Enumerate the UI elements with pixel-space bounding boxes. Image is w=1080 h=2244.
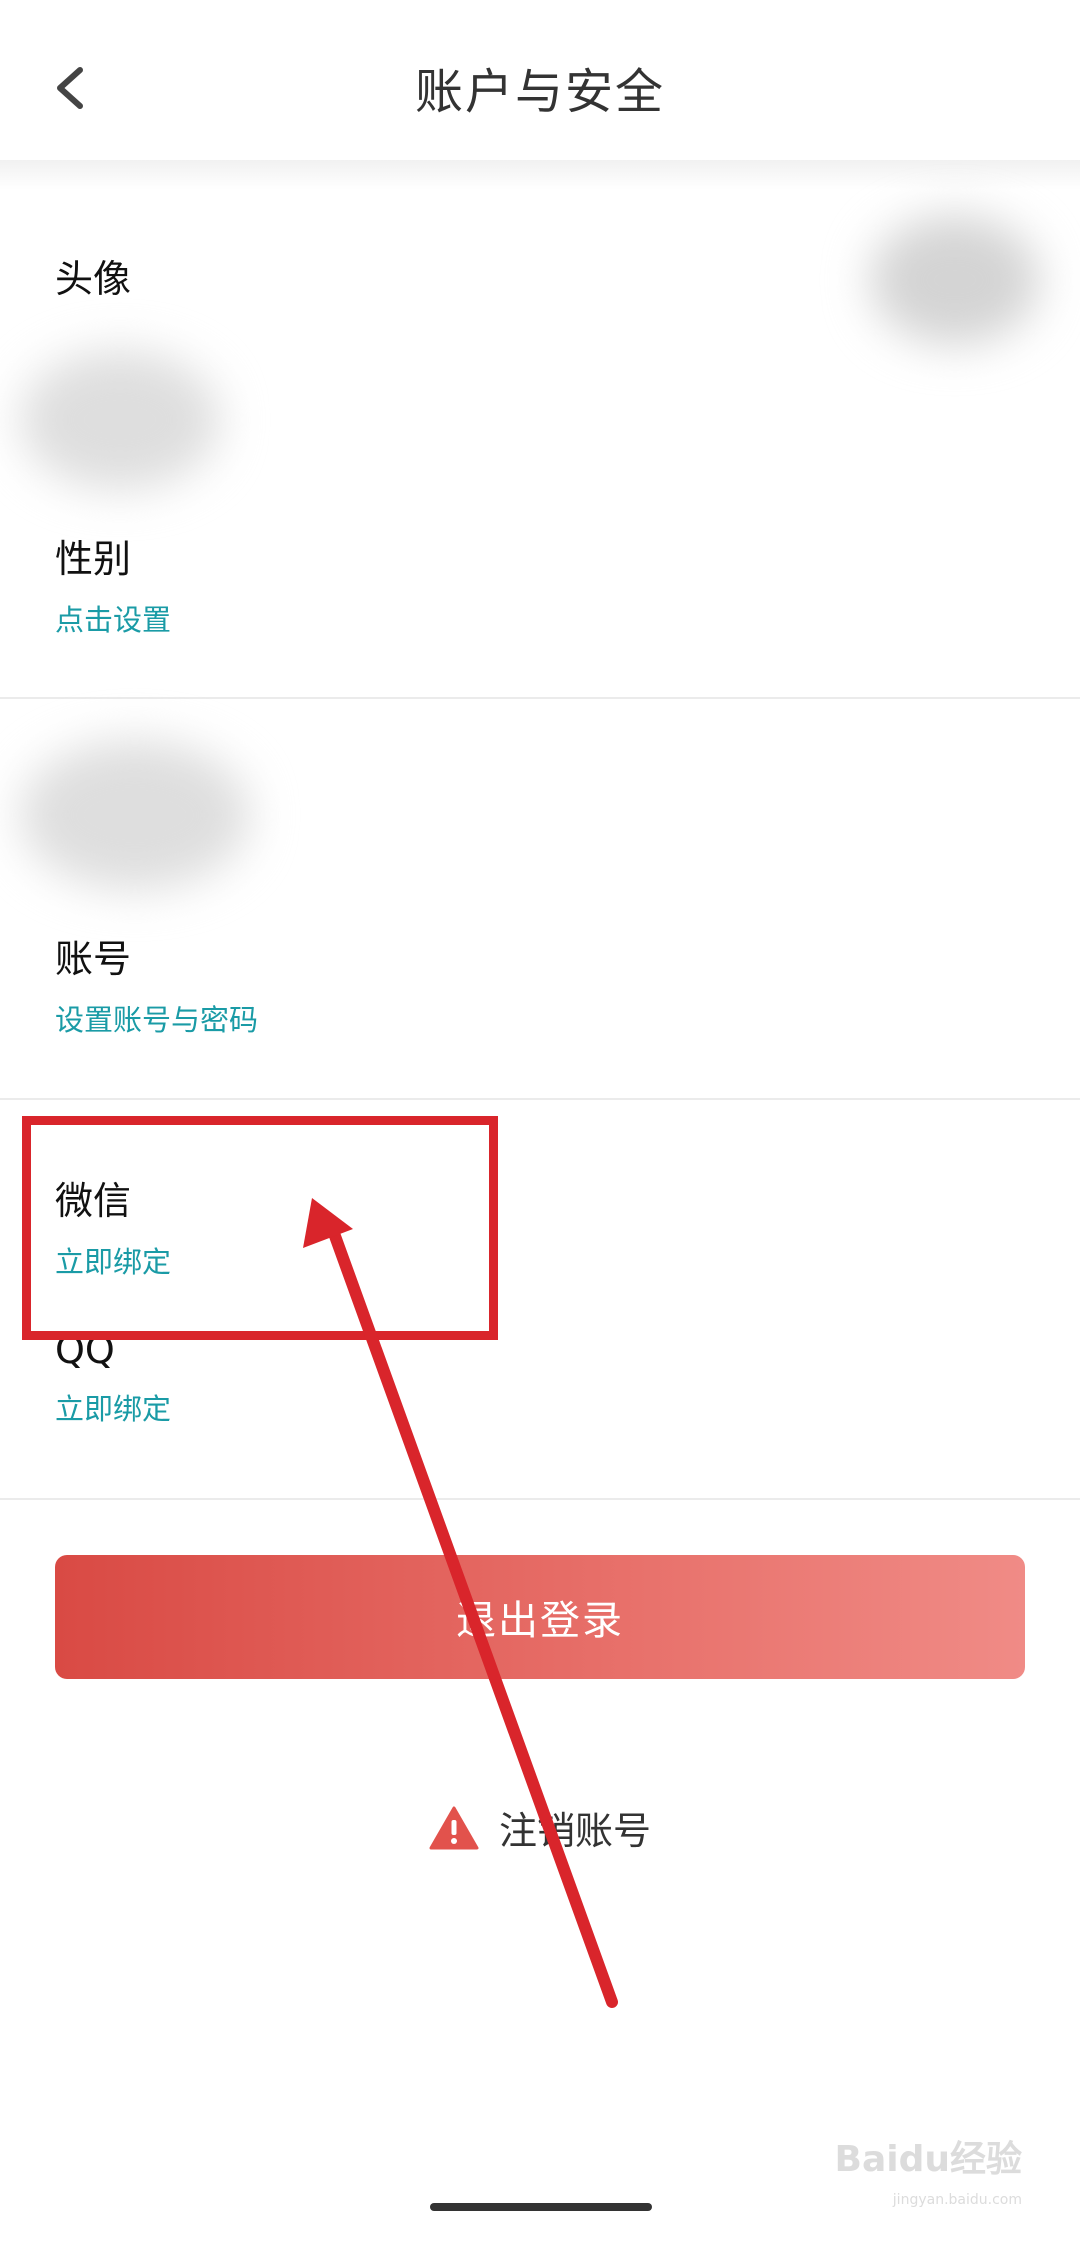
qq-bind-link[interactable]: 立即绑定 bbox=[55, 1386, 171, 1428]
warning-icon bbox=[429, 1806, 479, 1849]
divider bbox=[0, 1498, 1080, 1500]
logout-label: 退出登录 bbox=[456, 1598, 624, 1644]
logout-button[interactable]: 退出登录 bbox=[55, 1555, 1025, 1679]
page-title: 账户与安全 bbox=[414, 64, 665, 120]
nickname-blurred[interactable] bbox=[20, 350, 220, 490]
gender-set-link[interactable]: 点击设置 bbox=[55, 597, 171, 639]
gender-label: 性别 bbox=[55, 537, 132, 581]
avatar-label: 头像 bbox=[55, 257, 132, 301]
avatar-image[interactable] bbox=[870, 215, 1040, 345]
annotation-highlight-box bbox=[22, 1116, 498, 1340]
gender-row[interactable]: 性别 点击设置 bbox=[55, 528, 171, 639]
divider bbox=[0, 697, 1080, 699]
phone-blurred[interactable] bbox=[20, 740, 250, 890]
app-header: 账户与安全 bbox=[0, 0, 1080, 160]
cancel-account-label: 注销账号 bbox=[498, 1809, 651, 1853]
qq-row[interactable]: QQ 立即绑定 bbox=[55, 1328, 171, 1428]
divider bbox=[0, 1098, 1080, 1100]
avatar-row[interactable]: 头像 bbox=[55, 248, 131, 303]
header-shadow bbox=[0, 160, 1080, 190]
watermark-text: Baidu经验 bbox=[834, 2139, 1022, 2180]
watermark-subtext: jingyan.baidu.com bbox=[892, 2192, 1022, 2208]
cancel-account-button[interactable]: 注销账号 bbox=[0, 1800, 1080, 1855]
account-set-link[interactable]: 设置账号与密码 bbox=[55, 997, 258, 1039]
account-label: 账号 bbox=[55, 937, 132, 981]
home-indicator[interactable] bbox=[430, 2203, 652, 2211]
account-row[interactable]: 账号 设置账号与密码 bbox=[55, 928, 258, 1039]
